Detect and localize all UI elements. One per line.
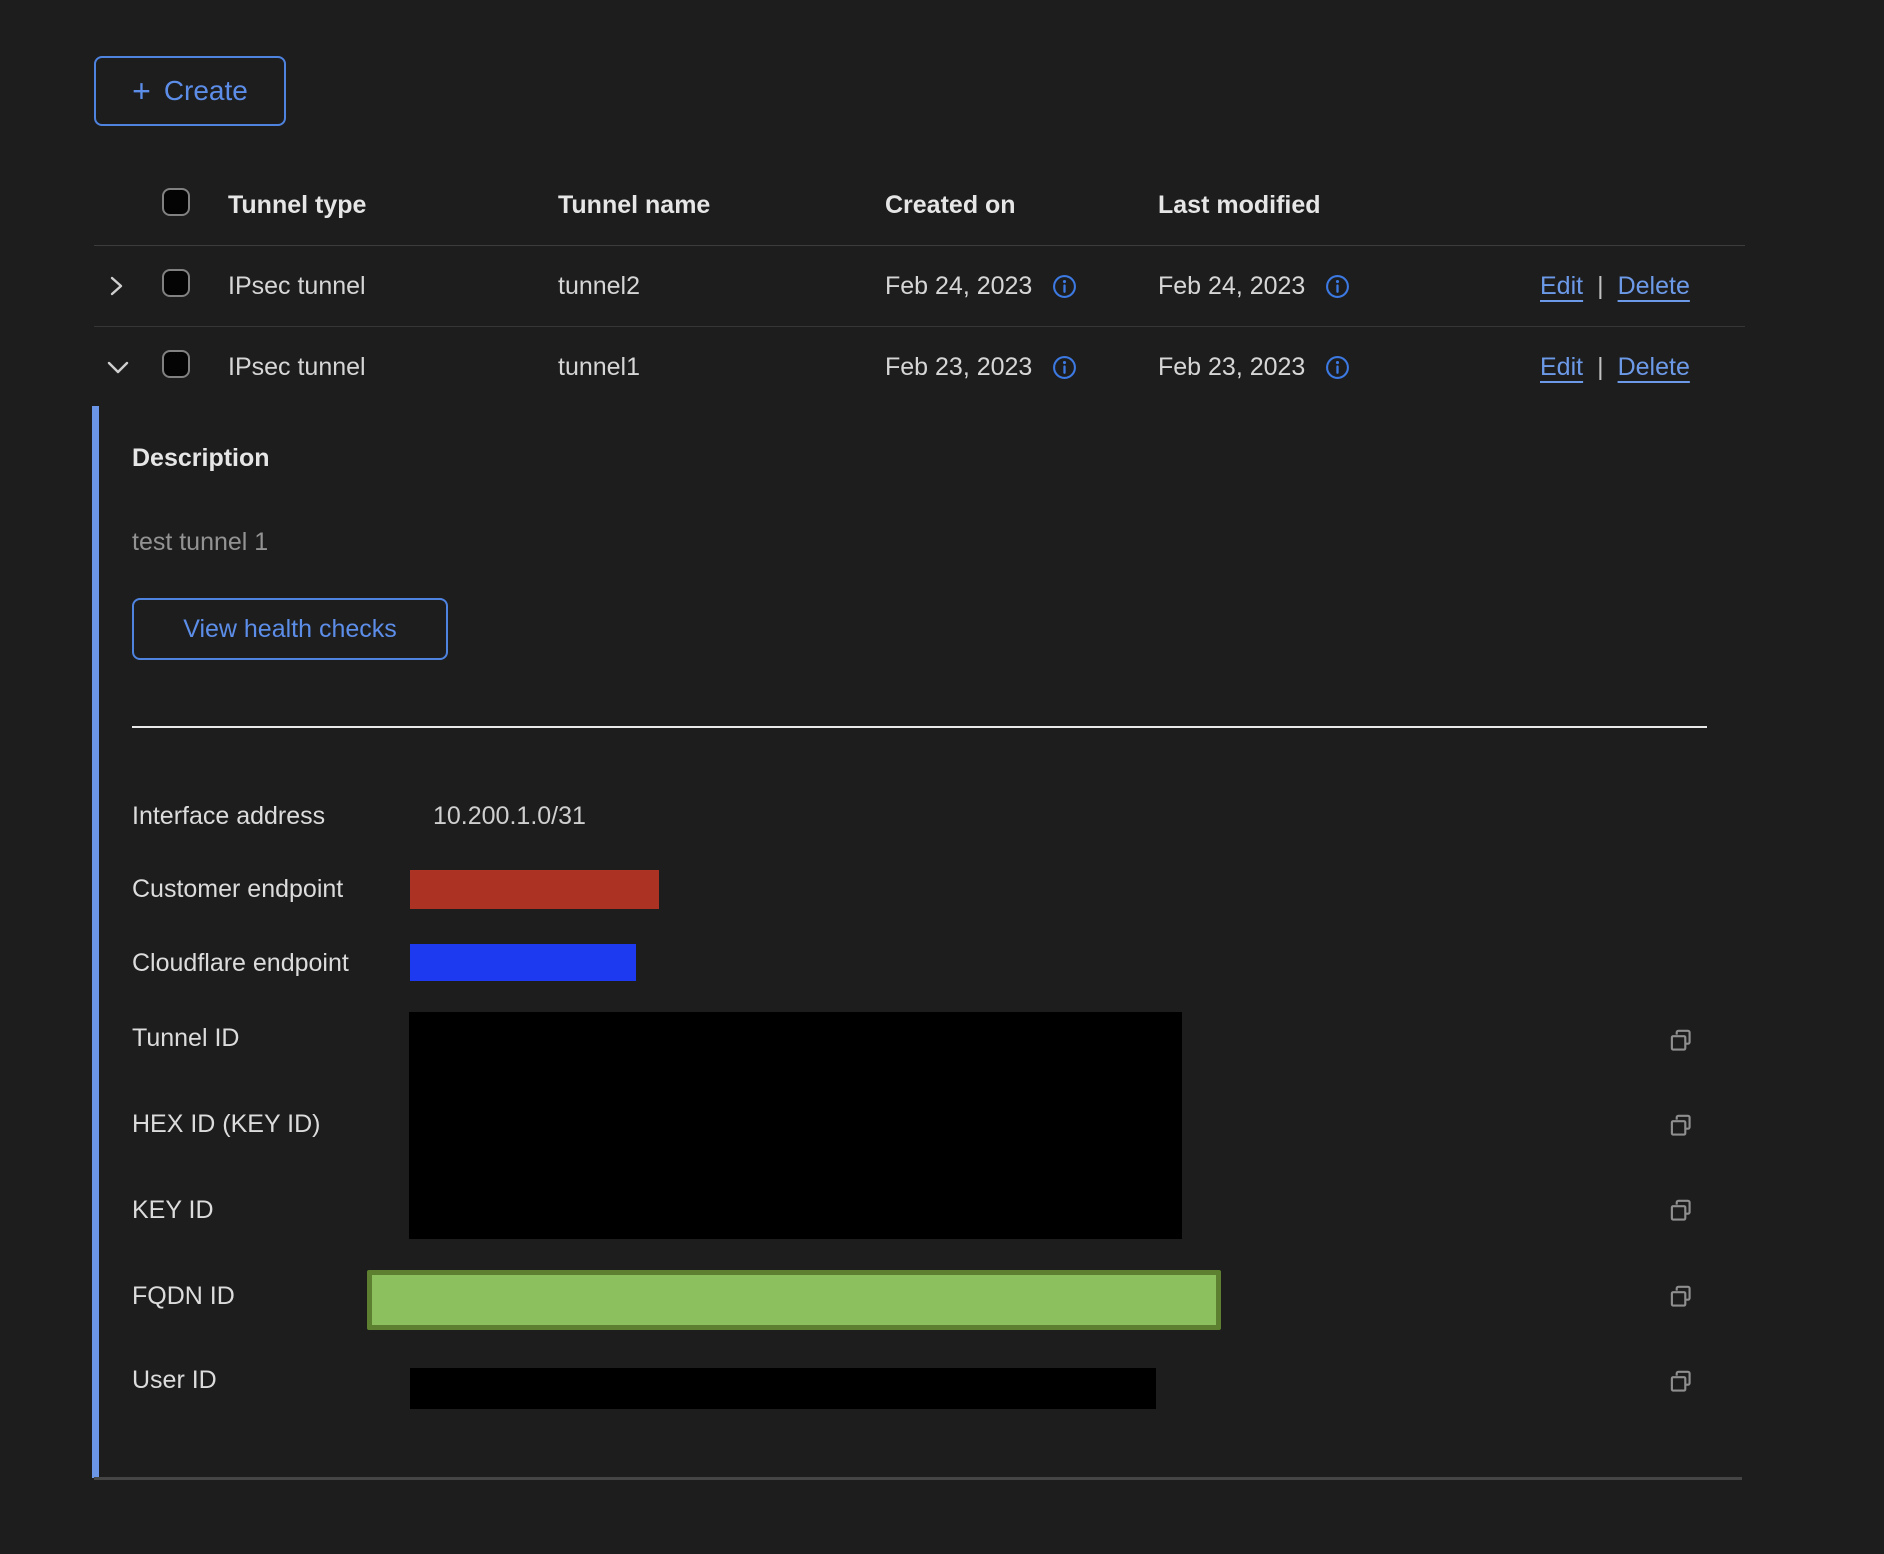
key-id-label: KEY ID: [132, 1195, 214, 1225]
panel-bottom-divider: [94, 1477, 1742, 1480]
delete-link[interactable]: Delete: [1618, 272, 1690, 301]
tunnel-type-cell: IPsec tunnel: [228, 353, 558, 382]
description-value: test tunnel 1: [132, 528, 268, 557]
copy-key-id-button[interactable]: [1666, 1196, 1696, 1226]
create-button-label: Create: [164, 75, 248, 107]
edit-link[interactable]: Edit: [1540, 272, 1583, 301]
chevron-right-icon: [105, 274, 127, 298]
description-label: Description: [132, 444, 270, 473]
ipsec-tunnels-page: + Create Tunnel type Tunnel name Created…: [0, 0, 1884, 1554]
expanded-row-accent-bar: [92, 406, 99, 1478]
copy-fqdn-id-button[interactable]: [1666, 1282, 1696, 1312]
last-modified-cell: Feb 23, 2023: [1158, 353, 1540, 382]
action-separator: |: [1597, 353, 1604, 382]
customer-endpoint-redaction: [410, 870, 659, 909]
copy-icon: [1666, 1111, 1696, 1141]
expand-row-button[interactable]: [94, 274, 162, 298]
copy-icon: [1666, 1282, 1696, 1312]
copy-icon: [1666, 1026, 1696, 1056]
hex-id-label: HEX ID (KEY ID): [132, 1109, 320, 1139]
last-modified-value: Feb 24, 2023: [1158, 272, 1305, 301]
table-row-tunnel1: IPsec tunnel tunnel1 Feb 23, 2023 Feb 23…: [94, 327, 1745, 407]
row-actions: Edit | Delete: [1540, 353, 1745, 382]
copy-icon: [1666, 1196, 1696, 1226]
created-on-value: Feb 23, 2023: [885, 353, 1032, 382]
tunnel-id-label: Tunnel ID: [132, 1023, 239, 1053]
copy-user-id-button[interactable]: [1666, 1367, 1696, 1397]
row-checkbox-cell: [162, 269, 228, 304]
column-header-created-on: Created on: [885, 191, 1158, 220]
header-checkbox-cell: [162, 188, 228, 223]
info-icon[interactable]: [1325, 355, 1350, 380]
interface-address-label: Interface address: [132, 801, 325, 831]
user-id-redaction: [410, 1368, 1156, 1409]
collapse-row-button[interactable]: [94, 356, 162, 378]
copy-hex-id-button[interactable]: [1666, 1111, 1696, 1141]
cloudflare-endpoint-redaction: [410, 944, 636, 981]
customer-endpoint-label: Customer endpoint: [132, 874, 343, 904]
tunnel-type-cell: IPsec tunnel: [228, 272, 558, 301]
info-icon[interactable]: [1325, 274, 1350, 299]
user-id-label: User ID: [132, 1365, 217, 1395]
edit-link[interactable]: Edit: [1540, 353, 1583, 382]
row-checkbox-cell: [162, 350, 228, 385]
action-separator: |: [1597, 272, 1604, 301]
chevron-down-icon: [105, 356, 131, 378]
ids-redaction-block: [409, 1012, 1182, 1239]
column-header-tunnel-type: Tunnel type: [228, 191, 558, 220]
row-checkbox[interactable]: [162, 269, 190, 297]
row-actions: Edit | Delete: [1540, 272, 1745, 301]
section-divider: [132, 726, 1707, 728]
row-checkbox[interactable]: [162, 350, 190, 378]
tunnel-name-cell: tunnel1: [558, 353, 885, 382]
last-modified-cell: Feb 24, 2023: [1158, 272, 1540, 301]
copy-icon: [1666, 1367, 1696, 1397]
table-row-tunnel2: IPsec tunnel tunnel2 Feb 24, 2023 Feb 24…: [94, 246, 1745, 327]
create-button[interactable]: + Create: [94, 56, 286, 126]
delete-link[interactable]: Delete: [1618, 353, 1690, 382]
plus-icon: +: [132, 75, 151, 107]
created-on-value: Feb 24, 2023: [885, 272, 1032, 301]
tunnel-name-cell: tunnel2: [558, 272, 885, 301]
copy-tunnel-id-button[interactable]: [1666, 1026, 1696, 1056]
info-icon[interactable]: [1052, 355, 1077, 380]
tunnels-table: Tunnel type Tunnel name Created on Last …: [94, 165, 1745, 407]
table-header-row: Tunnel type Tunnel name Created on Last …: [94, 165, 1745, 246]
created-on-cell: Feb 23, 2023: [885, 353, 1158, 382]
created-on-cell: Feb 24, 2023: [885, 272, 1158, 301]
interface-address-value: 10.200.1.0/31: [433, 801, 586, 831]
view-health-checks-button[interactable]: View health checks: [132, 598, 448, 660]
cloudflare-endpoint-label: Cloudflare endpoint: [132, 948, 349, 978]
select-all-checkbox[interactable]: [162, 188, 190, 216]
fqdn-id-redaction: [367, 1270, 1221, 1330]
column-header-tunnel-name: Tunnel name: [558, 191, 885, 220]
last-modified-value: Feb 23, 2023: [1158, 353, 1305, 382]
column-header-last-modified: Last modified: [1158, 191, 1540, 220]
info-icon[interactable]: [1052, 274, 1077, 299]
fqdn-id-label: FQDN ID: [132, 1281, 235, 1311]
